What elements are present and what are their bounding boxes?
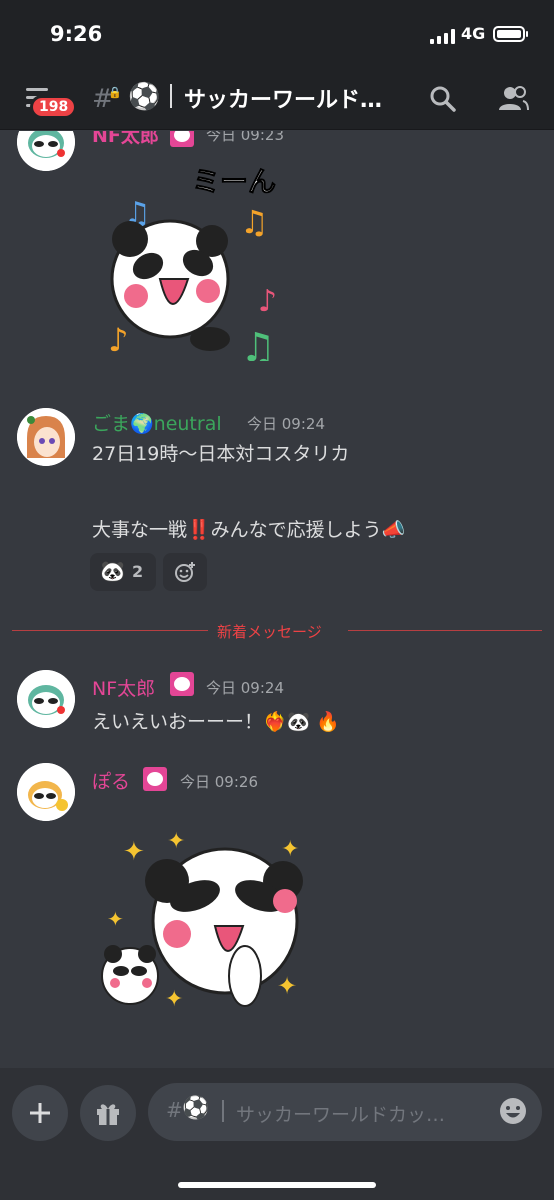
svg-text:✦: ✦ xyxy=(107,907,124,931)
svg-text:✦: ✦ xyxy=(167,829,185,854)
channel-separator xyxy=(170,84,172,108)
signal-icon xyxy=(430,28,455,44)
role-icon xyxy=(170,672,194,696)
gift-button[interactable] xyxy=(80,1085,136,1141)
avatar-nf-taro[interactable] xyxy=(17,670,75,728)
status-bar: 9:26 4G xyxy=(0,0,554,70)
new-messages-divider xyxy=(348,630,542,631)
author-name[interactable]: NF太郎 xyxy=(92,131,159,148)
input-hash-icon: # xyxy=(166,1098,183,1122)
timestamp: 今日 09:23 xyxy=(206,131,284,144)
author-name[interactable]: ごま🌍neutral xyxy=(92,409,222,436)
plus-icon xyxy=(30,1103,50,1123)
svg-text:♫: ♫ xyxy=(240,325,276,361)
svg-text:✦: ✦ xyxy=(165,987,183,1011)
svg-text:✦: ✦ xyxy=(277,972,297,1000)
role-icon xyxy=(170,131,194,147)
battery-icon xyxy=(493,26,528,42)
svg-text:♪: ♪ xyxy=(258,284,277,319)
avatar-poru[interactable] xyxy=(17,763,75,821)
search-icon[interactable] xyxy=(428,84,458,114)
gift-icon xyxy=(97,1104,119,1125)
message-text: 27日19時〜日本対コスタリカ xyxy=(92,443,350,465)
panda-cheer-sticker[interactable]: ✦ ✦ ✦ ✦ ✦ ✦ xyxy=(95,826,310,1011)
emoji-picker-icon[interactable] xyxy=(498,1096,528,1126)
timestamp: 今日 09:24 xyxy=(206,679,284,697)
new-messages-label: 新着メッセージ xyxy=(217,623,322,641)
avatar-nf-taro[interactable] xyxy=(17,131,75,171)
input-channel-emoji: ⚽ xyxy=(182,1096,210,1121)
timestamp: 今日 09:24 xyxy=(247,415,325,433)
author-name[interactable]: ぽる xyxy=(92,767,130,794)
panda-emoji-icon: 🐼 xyxy=(100,559,125,583)
add-emoji-icon xyxy=(175,562,195,582)
sticker-text: ミーん xyxy=(192,165,276,198)
avatar-goma[interactable] xyxy=(17,408,75,466)
message-text: 大事な一戦‼️みんなで応援しよう📣 xyxy=(92,519,406,541)
svg-text:♫: ♫ xyxy=(240,203,269,241)
panda-sticker[interactable]: ミーん ♫ ♫ ♪ ♫ ♪ xyxy=(100,161,300,362)
svg-text:♪: ♪ xyxy=(108,321,128,359)
timestamp: 今日 09:26 xyxy=(180,773,258,791)
lock-icon: 🔒 xyxy=(108,86,122,99)
reaction-count: 2 xyxy=(132,562,144,581)
new-messages-divider xyxy=(12,630,208,631)
input-separator xyxy=(222,1100,224,1122)
home-indicator xyxy=(178,1182,376,1188)
message-input-placeholder: サッカーワールドカッ… xyxy=(236,1104,446,1126)
members-icon[interactable] xyxy=(496,84,530,114)
channel-name[interactable]: サッカーワールド… xyxy=(184,82,404,114)
unread-badge: 198 xyxy=(30,95,78,119)
add-reaction-button[interactable] xyxy=(163,553,207,591)
status-time: 9:26 xyxy=(50,22,103,46)
svg-text:✦: ✦ xyxy=(281,837,299,862)
message-text: えいえいおーーー！❤️‍🔥🐼 🔥 xyxy=(92,711,341,733)
reaction-panda[interactable]: 🐼 2 xyxy=(90,553,156,591)
channel-emoji: ⚽ xyxy=(128,82,161,112)
network-label: 4G xyxy=(461,24,486,43)
chat-area: NF太郎 今日 09:23 ミーん ♫ ♫ ♪ ♫ ♪ ごま🌍neutral 今… xyxy=(0,131,554,1061)
role-icon xyxy=(143,767,167,791)
add-attachment-button[interactable] xyxy=(12,1085,68,1141)
author-name[interactable]: NF太郎 xyxy=(92,674,155,701)
svg-text:✦: ✦ xyxy=(123,837,145,867)
